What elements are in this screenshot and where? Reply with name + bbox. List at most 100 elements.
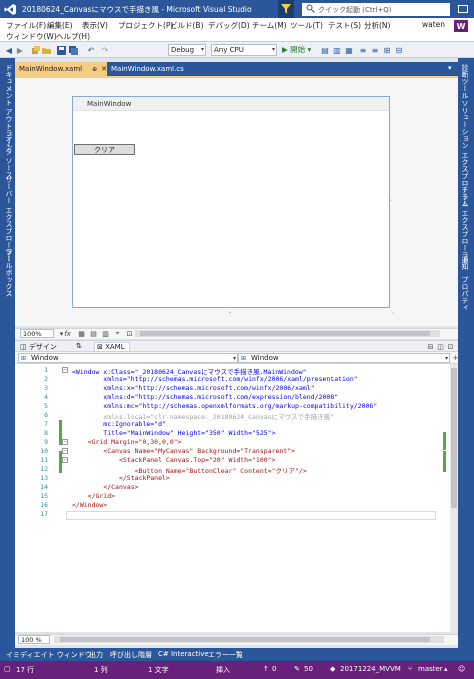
- toolbar-extra-icon[interactable]: ▦: [344, 45, 354, 55]
- undo-icon[interactable]: ↶: [86, 45, 96, 55]
- chevron-down-icon: ▾: [200, 46, 204, 53]
- menu-edit[interactable]: 編集(E): [47, 20, 73, 31]
- status-unpushed-count[interactable]: 0: [272, 665, 276, 673]
- toolbar-extra-icon[interactable]: ▤: [320, 45, 330, 55]
- redo-icon[interactable]: ↷: [100, 45, 110, 55]
- tab-list-dropdown-icon[interactable]: ▾: [448, 64, 452, 72]
- menu-window[interactable]: ウィンドウ(W): [6, 31, 57, 42]
- scrollbar-thumb[interactable]: [140, 331, 430, 336]
- artboard-icon[interactable]: ▥: [101, 329, 110, 338]
- collapse-pane-icon[interactable]: ⊡: [446, 342, 455, 351]
- menu-build[interactable]: ビルド(B): [170, 20, 204, 31]
- editor-zoom-select[interactable]: 100 %: [18, 635, 50, 644]
- toolbar-extra-icon[interactable]: ⊟: [394, 45, 404, 55]
- menu-project[interactable]: プロジェクト(P): [118, 20, 173, 31]
- designer-clear-button[interactable]: クリア: [74, 144, 135, 155]
- quick-launch-input[interactable]: クイック起動 (Ctrl+Q): [302, 3, 450, 16]
- tab-data-sources[interactable]: データ ソース: [4, 134, 14, 178]
- line-number: 9: [44, 438, 48, 446]
- code-line: </Window>: [72, 501, 108, 509]
- swap-panes-button[interactable]: ⇅: [76, 342, 82, 350]
- fold-toggle-icon[interactable]: −: [62, 448, 68, 454]
- menu-analyze[interactable]: 分析(N): [364, 20, 390, 31]
- back-icon[interactable]: ◀: [4, 45, 14, 55]
- avatar[interactable]: W: [454, 20, 468, 32]
- user-name[interactable]: waten: [422, 20, 445, 29]
- code-line: xmlns="http://schemas.microsoft.com/winf…: [72, 375, 358, 383]
- chevron-up-icon[interactable]: ▴: [444, 665, 448, 673]
- line-number: 1: [44, 366, 48, 374]
- resize-handle-icon[interactable]: ⌟: [392, 309, 397, 315]
- tab-notifications[interactable]: 通知: [460, 256, 470, 270]
- search-icon: [306, 4, 316, 14]
- code-line: </Canvas>: [72, 483, 139, 491]
- window-menu-icon[interactable]: [458, 4, 470, 14]
- resize-handle-icon[interactable]: ›: [390, 198, 395, 204]
- menu-test[interactable]: テスト(S): [328, 20, 361, 31]
- open-folder-icon[interactable]: [42, 45, 52, 55]
- status-changes-count[interactable]: 50: [304, 665, 313, 673]
- scrollbar-thumb[interactable]: [60, 637, 430, 642]
- tab-mainwindow-xaml[interactable]: MainWindow.xaml ⊕ ✕: [15, 62, 107, 76]
- grid-icon[interactable]: ▦: [77, 329, 86, 338]
- fold-toggle-icon[interactable]: −: [62, 439, 68, 445]
- split-vertical-icon[interactable]: ◫: [436, 342, 445, 351]
- pin-icon[interactable]: ⊕: [92, 66, 97, 73]
- tab-toolbox[interactable]: ツールボックス: [4, 248, 14, 297]
- tab-error-list[interactable]: エラー一覧: [208, 650, 243, 660]
- tab-call-hierarchy[interactable]: 呼び出し階層: [110, 650, 152, 660]
- tab-diagnostic-tools[interactable]: 診断ツール: [460, 64, 470, 99]
- tab-design-label: デザイン: [28, 343, 57, 351]
- menu-file[interactable]: ファイル(F): [6, 20, 46, 31]
- menu-debug[interactable]: デバッグ(D): [208, 20, 250, 31]
- line-number: 12: [40, 465, 48, 473]
- tab-mainwindow-xaml-cs[interactable]: MainWindow.xaml.cs: [107, 62, 187, 76]
- tab-properties[interactable]: プロパティ: [460, 276, 470, 311]
- tab-immediate-window[interactable]: イミディエイト ウィンドウ: [6, 650, 92, 660]
- forward-icon[interactable]: ▶: [15, 45, 25, 55]
- effects-icon[interactable]: ⊡: [125, 329, 134, 338]
- code-line: mc:Ignorable="d": [72, 420, 166, 428]
- zoom-value: 100%: [23, 329, 42, 338]
- start-debug-button[interactable]: ▶ 開始 ▾: [282, 44, 311, 55]
- toolbar-extra-icon[interactable]: ▥: [332, 45, 342, 55]
- zoom-value: 100 %: [21, 635, 42, 644]
- status-line: 17 行: [16, 666, 35, 674]
- type-navigation-select[interactable]: ⊞ Window ▾: [18, 353, 238, 363]
- grid-snap-icon[interactable]: ▤: [89, 329, 98, 338]
- scrollbar-thumb[interactable]: [451, 368, 457, 508]
- fold-toggle-icon[interactable]: −: [62, 367, 68, 373]
- status-repository[interactable]: 20171224_MVVM: [340, 665, 401, 673]
- code-line: <StackPanel Canvas.Top="20" Width="100">: [72, 456, 276, 464]
- snap-icon[interactable]: ⌖: [113, 329, 122, 338]
- solution-config-select[interactable]: Debug ▾: [168, 44, 206, 56]
- designer-window-frame[interactable]: [72, 96, 390, 308]
- resize-handle-icon[interactable]: ⌄: [228, 309, 233, 315]
- platform-select[interactable]: Any CPU ▾: [211, 44, 277, 56]
- toolbar-extra-icon[interactable]: ≡: [358, 45, 368, 55]
- tab-csharp-interactive[interactable]: C# Interactive: [158, 650, 209, 658]
- fx-icon[interactable]: fx: [63, 329, 72, 338]
- toolbar-extra-icon[interactable]: ≡: [370, 45, 380, 55]
- menu-tools[interactable]: ツール(T): [290, 20, 323, 31]
- menu-help[interactable]: ヘルプ(H): [56, 31, 90, 42]
- designer-zoom-select[interactable]: 100%: [20, 329, 54, 338]
- save-icon[interactable]: [56, 45, 66, 55]
- line-number: 2: [44, 375, 48, 383]
- menu-view[interactable]: 表示(V): [82, 20, 108, 31]
- fold-toggle-icon[interactable]: −: [62, 457, 68, 463]
- new-project-icon[interactable]: [30, 45, 40, 55]
- split-horizontal-icon[interactable]: ⊟: [426, 342, 435, 351]
- tab-team-explorer[interactable]: チーム エクスプローラー: [460, 186, 470, 265]
- tab-design[interactable]: ◫ デザイン: [20, 342, 57, 352]
- tab-output[interactable]: 出力: [89, 650, 103, 660]
- notification-filter-icon[interactable]: [278, 0, 294, 18]
- feedback-icon[interactable]: ☺: [458, 665, 465, 673]
- member-navigation-select[interactable]: ⊞ Window ▾: [238, 353, 450, 363]
- toolbar-extra-icon[interactable]: ⊞: [382, 45, 392, 55]
- menu-team[interactable]: チーム(M): [252, 20, 287, 31]
- save-all-icon[interactable]: [68, 45, 78, 55]
- split-editor-icon[interactable]: +: [451, 353, 460, 362]
- code-line: </Grid>: [72, 492, 116, 500]
- status-branch[interactable]: master: [418, 665, 443, 673]
